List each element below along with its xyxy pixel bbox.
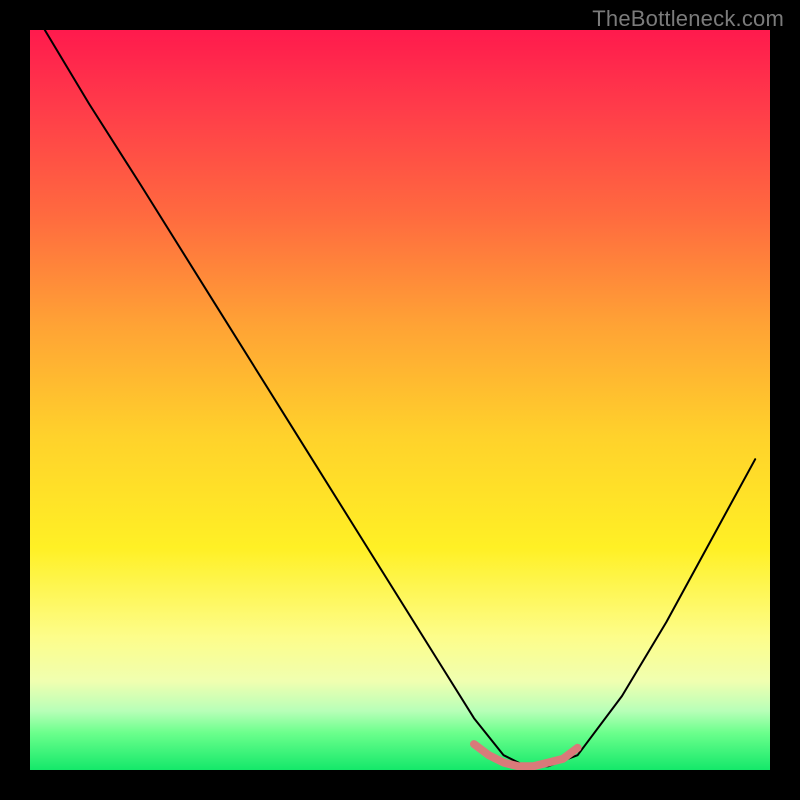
plot-area bbox=[30, 30, 770, 770]
valley-highlight bbox=[474, 744, 578, 766]
chart-frame: TheBottleneck.com bbox=[0, 0, 800, 800]
watermark-text: TheBottleneck.com bbox=[592, 6, 784, 32]
bottleneck-curve bbox=[45, 30, 755, 766]
chart-svg bbox=[30, 30, 770, 770]
